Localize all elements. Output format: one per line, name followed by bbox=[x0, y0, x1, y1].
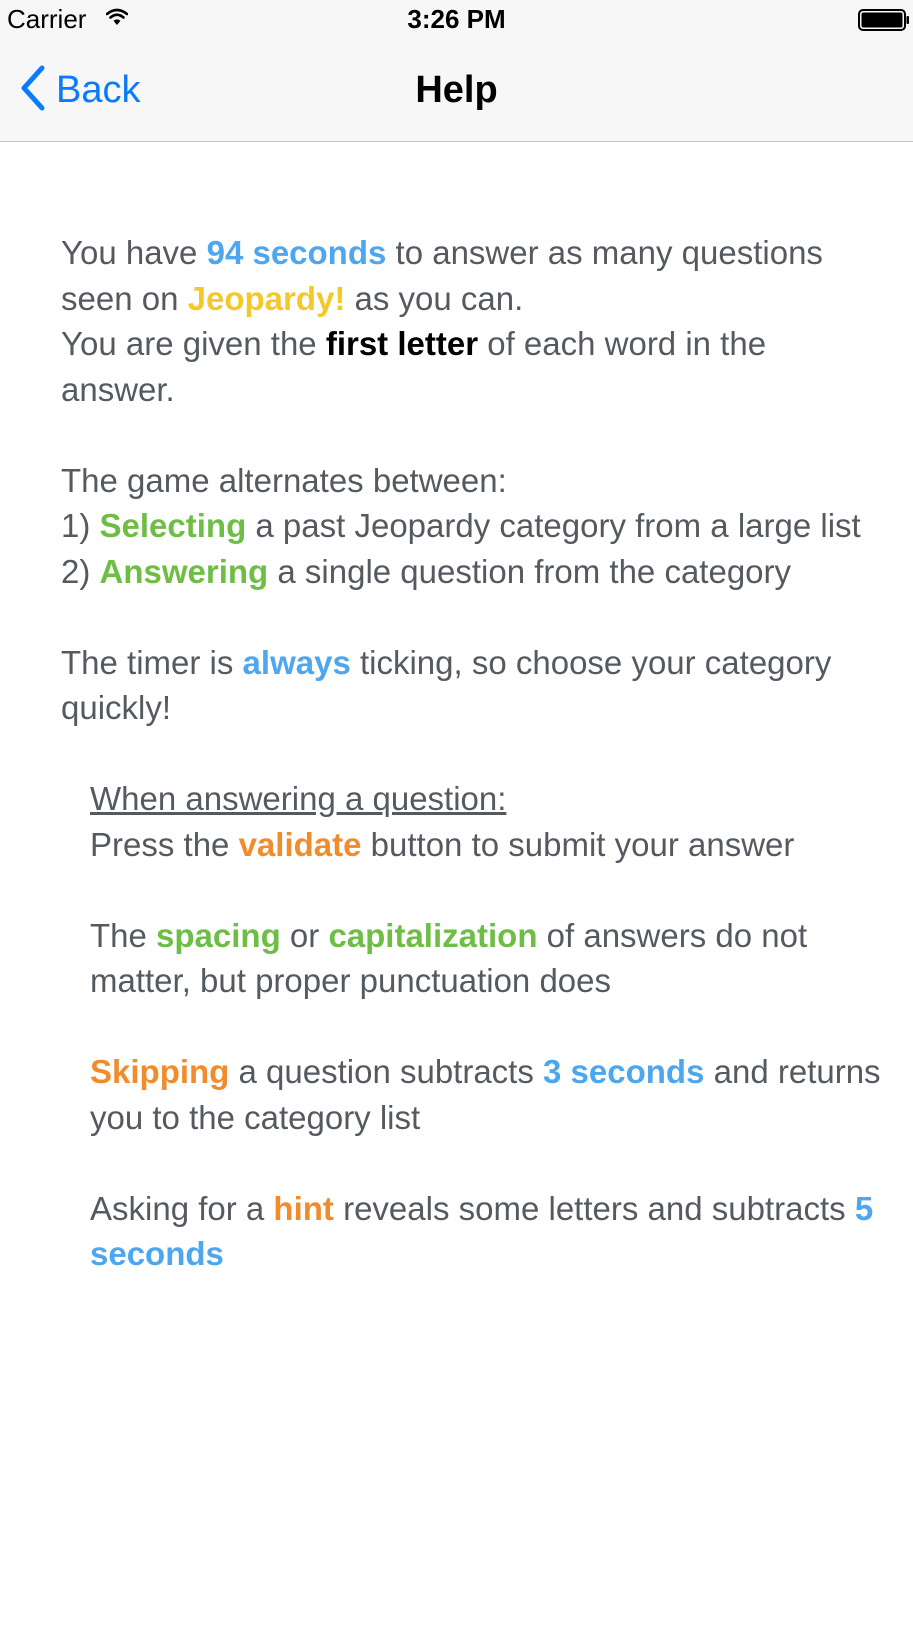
first-letter-highlight: first letter bbox=[325, 325, 479, 362]
answering-rules: When answering a question: Press the val… bbox=[61, 776, 881, 1277]
page-title: Help bbox=[415, 69, 498, 111]
first-letter-paragraph: You are given the first letter of each w… bbox=[61, 325, 767, 408]
answering-heading: When answering a question: bbox=[90, 780, 507, 817]
validate-paragraph: Press the validate button to submit your… bbox=[90, 825, 795, 863]
step-answering: 2) Answering a single question from the … bbox=[61, 552, 792, 590]
navigation-bar: Back Help bbox=[0, 42, 913, 142]
hint-paragraph: Asking for a hint reveals some letters a… bbox=[90, 1189, 874, 1273]
jeopardy-highlight: Jeopardy! bbox=[187, 279, 346, 317]
validate-highlight: validate bbox=[238, 825, 362, 863]
intro-paragraph: You have 94 seconds to answer as many qu… bbox=[61, 234, 823, 317]
skipping-paragraph: Skipping a question subtracts 3 seconds … bbox=[90, 1053, 881, 1136]
spacing-highlight: spacing bbox=[156, 916, 281, 954]
battery-icon bbox=[858, 9, 910, 36]
skipping-highlight: Skipping bbox=[90, 1053, 230, 1090]
timer-paragraph: The timer is always ticking, so choose y… bbox=[61, 643, 832, 727]
game-intro: The game alternates between: bbox=[61, 461, 507, 499]
answering-highlight: Answering bbox=[99, 552, 269, 590]
selecting-highlight: Selecting bbox=[99, 507, 247, 544]
time-limit-highlight: 94 seconds bbox=[206, 234, 387, 271]
capitalization-highlight: capitalization bbox=[328, 916, 538, 954]
spacing-paragraph: The spacing or capitalization of answers… bbox=[90, 916, 808, 1000]
step-selecting: 1) Selecting a past Jeopardy category fr… bbox=[61, 507, 861, 544]
hint-highlight: hint bbox=[273, 1189, 334, 1227]
status-time: 3:26 PM bbox=[407, 4, 506, 34]
skip-penalty-highlight: 3 seconds bbox=[543, 1053, 705, 1090]
status-bar: Carrier 3:26 PM bbox=[0, 0, 913, 42]
always-highlight: always bbox=[242, 643, 351, 681]
help-text: You have 94 seconds to answer as many qu… bbox=[61, 230, 881, 1277]
